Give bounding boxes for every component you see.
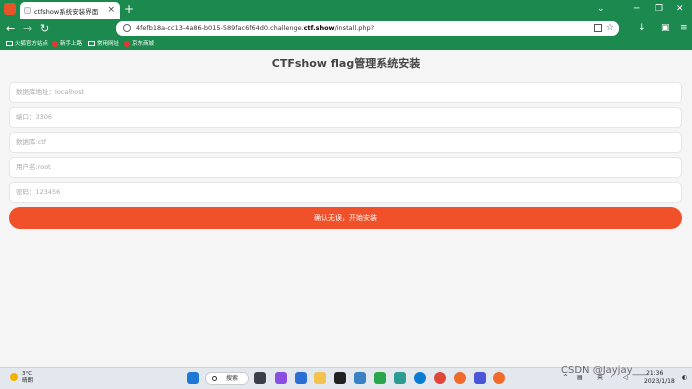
- port-input[interactable]: 端口：3306: [9, 107, 682, 128]
- site-info-icon[interactable]: [123, 24, 131, 32]
- start-icon[interactable]: [187, 372, 199, 384]
- edge-icon[interactable]: [414, 372, 426, 384]
- task-view-icon[interactable]: [254, 372, 266, 384]
- bookmark-item-firefox[interactable]: 火狐官方站点: [6, 40, 48, 49]
- restore-icon[interactable]: ❐: [655, 3, 663, 15]
- firefox-bookmark-icon: [52, 40, 58, 47]
- db-name-input[interactable]: 数据库:ctf: [9, 132, 682, 153]
- bookmark-label: 常用网址: [97, 41, 120, 47]
- forward-icon[interactable]: →: [23, 22, 32, 36]
- favicon-icon: [24, 7, 31, 14]
- close-tab-icon[interactable]: ×: [107, 4, 115, 16]
- qr-code-icon[interactable]: [594, 24, 602, 32]
- address-bar[interactable]: 4fefb18a-cc13-4a86-b015-589fac6f64d0.cha…: [116, 21, 619, 36]
- extensions-icon[interactable]: ▣: [661, 22, 670, 35]
- terminal-icon[interactable]: [334, 372, 346, 384]
- url-text: 4fefb18a-cc13-4a86-b015-589fac6f64d0.cha…: [136, 24, 374, 32]
- clock-time[interactable]: 21:36: [646, 370, 663, 378]
- folder-icon: [88, 41, 95, 46]
- app3-icon[interactable]: [474, 372, 486, 384]
- bing-icon[interactable]: [275, 372, 287, 384]
- csdn-watermark: CSDN @Jayjay___: [561, 365, 648, 376]
- browser-chrome: ctfshow系统安装界面 × + ⌄ ─ ❐ ✕ ← → ↻ 4fefb18a…: [0, 0, 692, 50]
- bookmark-item-common[interactable]: 常用网址: [88, 40, 119, 49]
- bookmark-label: 火狐官方站点: [15, 41, 49, 47]
- chevron-down-icon[interactable]: ⌄: [597, 3, 605, 15]
- firefox-icon[interactable]: [4, 3, 16, 15]
- download-icon[interactable]: ↓: [638, 22, 646, 35]
- url-prefix: 4fefb18a-cc13-4a86-b015-589fac6f64d0.cha…: [136, 24, 304, 32]
- search-icon: [212, 376, 217, 381]
- tab-active[interactable]: ctfshow系统安装界面 ×: [20, 2, 120, 19]
- close-window-icon[interactable]: ✕: [676, 3, 684, 15]
- bookmark-item-jd[interactable]: 京东商城: [124, 40, 154, 49]
- app4-icon[interactable]: [493, 372, 505, 384]
- reload-icon[interactable]: ↻: [40, 22, 49, 36]
- menu-icon[interactable]: ≡: [680, 22, 688, 35]
- url-path: /install.php?: [334, 24, 375, 32]
- chrome-icon[interactable]: [434, 372, 446, 384]
- weather-desc: 晴朗: [22, 378, 34, 384]
- bookmark-star-icon[interactable]: ☆: [606, 21, 614, 35]
- bookmarks-bar: 火狐官方站点 新手上路 常用网址 京东商城: [0, 39, 692, 50]
- minimize-icon[interactable]: ─: [634, 3, 639, 15]
- back-icon[interactable]: ←: [6, 22, 15, 36]
- folder-icon: [6, 41, 13, 46]
- app-icon[interactable]: [295, 372, 307, 384]
- jd-icon: [124, 40, 130, 47]
- file-explorer-icon[interactable]: [314, 372, 326, 384]
- search-label: 搜索: [226, 375, 239, 382]
- app2-icon[interactable]: [394, 372, 406, 384]
- page-title: CTFshow flag管理系统安装: [271, 57, 421, 70]
- db-host-input[interactable]: 数据库地址：localhost: [9, 82, 682, 103]
- notification-icon[interactable]: ◐: [682, 374, 687, 382]
- install-button[interactable]: 确认无误，开始安装: [9, 207, 682, 229]
- firefox-taskbar-icon[interactable]: [454, 372, 466, 384]
- tab-title: ctfshow系统安装界面: [34, 8, 99, 16]
- page-content: CTFshow flag管理系统安装 数据库地址：localhost 端口：33…: [0, 50, 692, 367]
- taskbar-search[interactable]: 搜索: [205, 372, 249, 385]
- moon-icon: [10, 373, 18, 381]
- tab-bar: ctfshow系统安装界面 × + ⌄ ─ ❐ ✕: [0, 0, 692, 19]
- clock-date[interactable]: 2023/1/18: [644, 378, 675, 386]
- password-input[interactable]: 密码：123456: [9, 182, 682, 203]
- wechat-icon[interactable]: [374, 372, 386, 384]
- store-icon[interactable]: [354, 372, 366, 384]
- url-domain: ctf.show: [303, 24, 335, 32]
- weather-temp: 3°C: [22, 371, 33, 377]
- username-input[interactable]: 用户名:root: [9, 157, 682, 178]
- bookmark-item-newbie[interactable]: 新手上路: [52, 40, 82, 49]
- new-tab-icon[interactable]: +: [124, 2, 134, 16]
- bookmark-label: 京东商城: [132, 41, 155, 47]
- bookmark-label: 新手上路: [60, 41, 83, 47]
